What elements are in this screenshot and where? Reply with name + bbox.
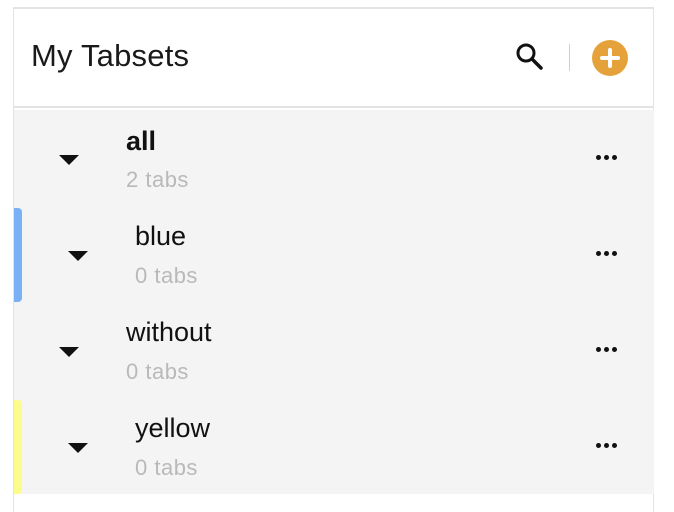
tabset-count: 2 tabs [126,167,189,192]
tabset-name: blue [135,221,187,251]
caret-down-icon[interactable] [59,155,79,165]
caret-down-icon[interactable] [68,251,88,261]
tabset-name: without [126,317,212,347]
tabset-list: all 2 tabs blue 0 tabs without 0 tabs ye… [14,110,654,494]
panel-header: My Tabsets [14,9,653,108]
tabset-count: 0 tabs [126,359,189,384]
tabset-count: 0 tabs [135,263,198,288]
page-title: My Tabsets [31,38,190,73]
header-divider [569,44,570,71]
plus-circle-icon [600,48,620,68]
tabset-row-without[interactable]: without 0 tabs [14,302,654,398]
tabset-name: yellow [135,413,211,443]
more-options-icon[interactable] [596,251,618,259]
add-tabset-button[interactable] [592,40,628,76]
tabset-count: 0 tabs [135,455,198,480]
caret-down-icon[interactable] [59,347,79,357]
search-button[interactable] [513,40,547,74]
tabset-name: all [126,126,157,156]
caret-down-icon[interactable] [68,443,88,453]
tabset-row-all[interactable]: all 2 tabs [14,110,654,206]
tabsets-panel: My Tabsets all 2 tabs blue 0 tabs withou… [13,7,654,512]
search-icon [516,43,543,70]
more-options-icon[interactable] [596,443,618,451]
tabset-row-blue[interactable]: blue 0 tabs [14,206,654,302]
color-stripe-yellow [14,400,22,494]
tabset-row-yellow[interactable]: yellow 0 tabs [14,398,654,494]
more-options-icon[interactable] [596,155,618,163]
color-stripe-blue [14,208,22,302]
more-options-icon[interactable] [596,347,618,355]
